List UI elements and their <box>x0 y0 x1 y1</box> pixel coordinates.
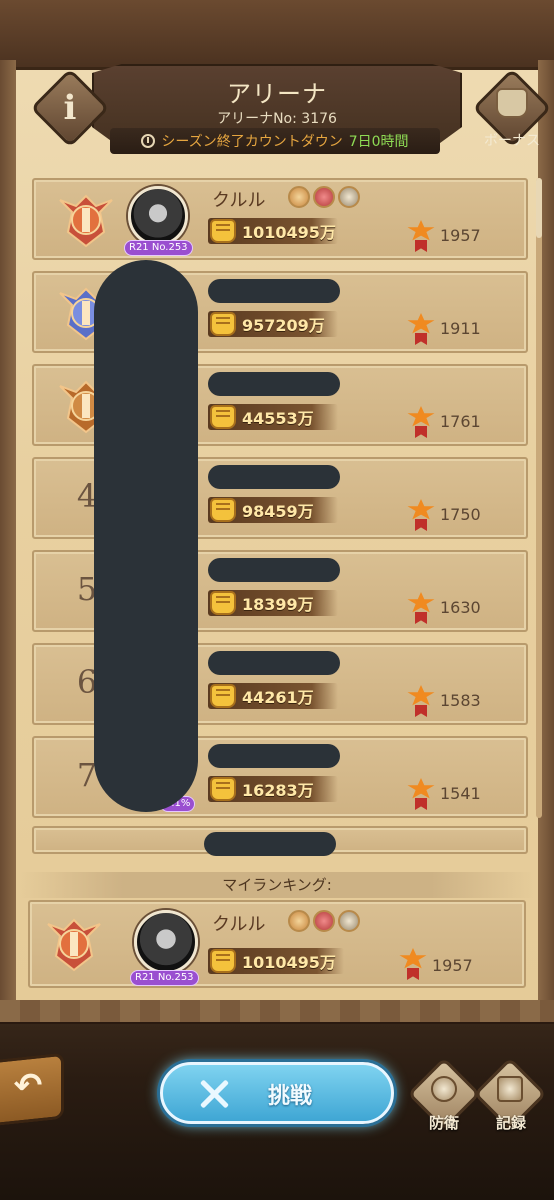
redacted-name <box>208 558 340 582</box>
info-icon[interactable]: i <box>42 80 98 136</box>
defense-label[interactable]: 防衛 <box>409 1112 479 1133</box>
power-value: 44553万 <box>242 409 314 428</box>
ranking-scrollbar[interactable] <box>536 178 542 818</box>
medal-icon <box>406 778 436 810</box>
power-bar: 1010495万 <box>208 948 344 974</box>
crossed-swords-icon <box>338 910 360 932</box>
redacted-name <box>208 279 340 303</box>
countdown-value: 7日0時間 <box>348 134 409 150</box>
avatar[interactable] <box>134 910 198 974</box>
countdown-label: シーズン終了カウントダウン <box>161 134 343 150</box>
arena-score: 1630 <box>440 598 481 617</box>
power-value: 1010495万 <box>242 223 336 242</box>
player-name: クルル <box>212 914 266 935</box>
my-ranking-row[interactable]: R21 No.253 クルル 1010495万 1957 <box>28 900 526 988</box>
shield-icon[interactable] <box>496 88 528 118</box>
level-badge: R21 No.253 <box>124 240 193 256</box>
power-value: 1010495万 <box>242 953 336 972</box>
fist-icon <box>210 498 236 522</box>
medal-icon <box>398 948 428 980</box>
eagle-emblem-icon <box>313 186 335 208</box>
ranking-row[interactable]: R21 No.253 クルル 1010495万 1957 <box>32 178 528 260</box>
power-value: 18399万 <box>242 595 314 614</box>
redacted-name <box>208 744 340 768</box>
fist-icon <box>210 684 236 708</box>
fist-icon <box>210 405 236 429</box>
fist-icon <box>210 591 236 615</box>
rank-1-badge-icon <box>59 194 113 248</box>
flame-emblem-icon <box>288 186 310 208</box>
redacted-name <box>204 832 336 856</box>
rank-1-badge-icon <box>47 918 101 972</box>
crossed-swords-icon <box>338 186 360 208</box>
avatar[interactable] <box>128 186 188 246</box>
medal-icon <box>406 220 436 252</box>
fist-icon <box>210 219 236 243</box>
left-wood-frame <box>0 60 16 1020</box>
arena-score: 1957 <box>432 956 473 975</box>
scrollbar-thumb[interactable] <box>536 178 542 238</box>
season-countdown: シーズン終了カウントダウン 7日0時間 <box>110 128 440 154</box>
arena-score: 1583 <box>440 691 481 710</box>
redacted-name <box>208 651 340 675</box>
back-arrow-icon[interactable]: ↶ <box>8 1066 48 1106</box>
scroll-icon[interactable] <box>497 1076 523 1102</box>
power-bar: 98459万 <box>208 497 338 523</box>
my-ranking-label: マイランキング: <box>20 872 534 898</box>
power-bar: 18399万 <box>208 590 338 616</box>
redacted-name <box>208 465 340 489</box>
redaction-overlay <box>94 260 198 812</box>
power-value: 16283万 <box>242 781 314 800</box>
record-label[interactable]: 記録 <box>476 1112 546 1133</box>
power-value: 957209万 <box>242 316 325 335</box>
eagle-emblem-icon <box>313 910 335 932</box>
arena-score: 1541 <box>440 784 481 803</box>
arena-score: 1911 <box>440 319 481 338</box>
arena-screen: アリーナ アリーナNo: 3176 シーズン終了カウントダウン 7日0時間 i … <box>0 0 554 1200</box>
redacted-name <box>208 372 340 396</box>
arena-score: 1761 <box>440 412 481 431</box>
medal-icon <box>406 313 436 345</box>
defense-emblem-icon[interactable] <box>431 1076 457 1102</box>
medal-icon <box>406 406 436 438</box>
arena-score: 1750 <box>440 505 481 524</box>
challenge-label[interactable]: 挑戦 <box>240 1078 340 1110</box>
level-badge: R21 No.253 <box>130 970 199 986</box>
title-icons <box>288 186 360 208</box>
bonus-label[interactable]: ボーナス <box>470 130 554 150</box>
power-bar: 44553万 <box>208 404 338 430</box>
power-value: 44261万 <box>242 688 314 707</box>
power-bar: 1010495万 <box>208 218 338 244</box>
power-bar: 44261万 <box>208 683 338 709</box>
arena-score: 1957 <box>440 226 481 245</box>
power-bar: 957209万 <box>208 311 338 337</box>
fist-icon <box>210 949 236 973</box>
fist-icon <box>210 777 236 801</box>
fist-icon <box>210 312 236 336</box>
power-value: 98459万 <box>242 502 314 521</box>
clock-icon <box>141 134 156 148</box>
sword-icon[interactable] <box>196 1076 232 1112</box>
title-icons <box>288 910 360 932</box>
medal-icon <box>406 685 436 717</box>
ranking-row-partial[interactable] <box>32 826 528 856</box>
flame-emblem-icon <box>288 910 310 932</box>
medal-icon <box>406 499 436 531</box>
power-bar: 16283万 <box>208 776 338 802</box>
medal-icon <box>406 592 436 624</box>
player-name: クルル <box>212 190 266 211</box>
top-wood-frame <box>0 0 554 70</box>
